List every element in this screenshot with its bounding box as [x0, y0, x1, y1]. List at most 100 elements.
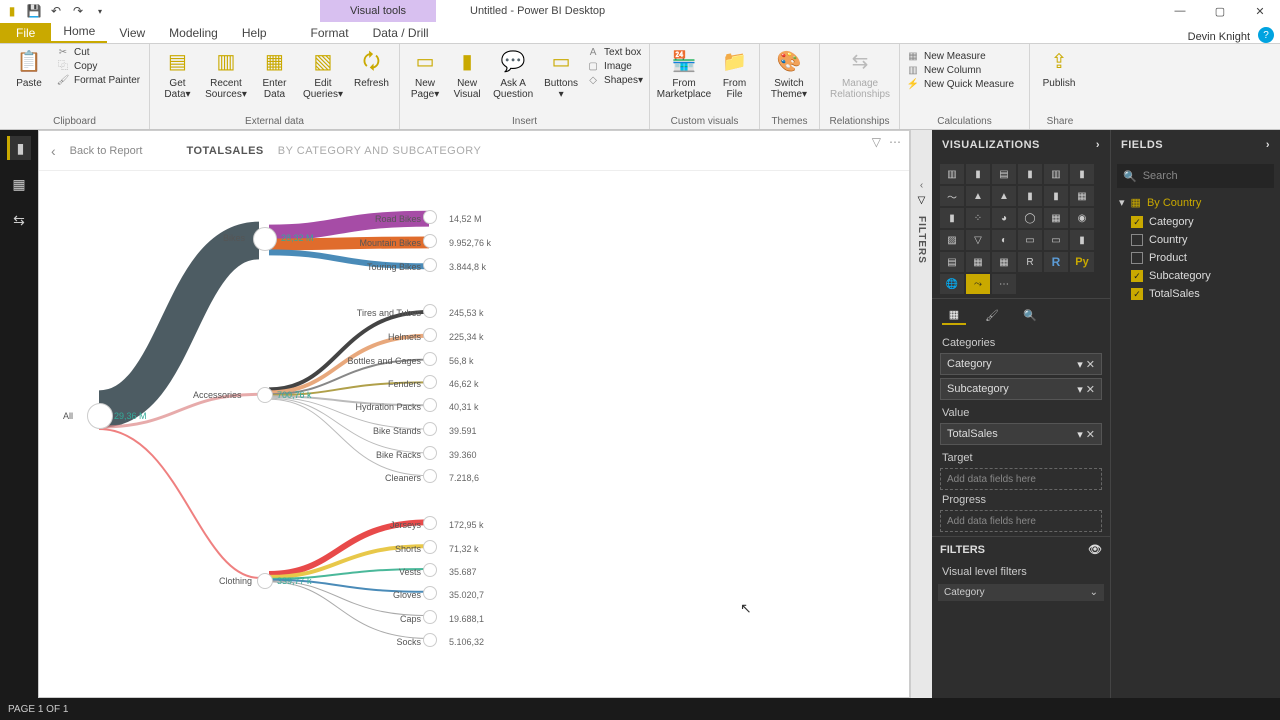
format-well-tab[interactable]: 🖌	[980, 305, 1004, 325]
collapse-fields-icon[interactable]: ›	[1266, 139, 1270, 151]
node-leaf[interactable]	[423, 422, 437, 436]
node-clothing[interactable]	[257, 573, 273, 589]
viz-area[interactable]: ▲	[966, 186, 990, 206]
progress-drop-zone[interactable]: Add data fields here	[940, 510, 1102, 532]
viz-treemap[interactable]: ▦	[1044, 208, 1068, 228]
filter-icon[interactable]: ▽	[872, 135, 881, 149]
shapes-button[interactable]: ◇Shapes▾	[586, 74, 643, 88]
viz-table[interactable]: ▦	[966, 252, 990, 272]
node-leaf[interactable]	[423, 352, 437, 366]
image-button[interactable]: ▢Image	[586, 60, 643, 74]
redo-icon[interactable]: ↷	[70, 3, 86, 19]
remove-subcategory-icon[interactable]: ✕	[1086, 384, 1095, 396]
viz-scatter[interactable]: ⁘	[966, 208, 990, 228]
cut-button[interactable]: ✂Cut	[56, 46, 140, 60]
node-leaf[interactable]	[423, 633, 437, 647]
viz-100-bar[interactable]: ▥	[1044, 164, 1068, 184]
remove-category-icon[interactable]: ✕	[1086, 359, 1095, 371]
minimize-button[interactable]: —	[1160, 0, 1200, 22]
field-row-subcategory[interactable]: ✓Subcategory	[1111, 267, 1280, 285]
new-measure-button[interactable]: ▦New Measure	[906, 50, 1014, 64]
refresh-button[interactable]: 🗘Refresh	[350, 46, 393, 91]
table-by-country[interactable]: ▾▦By Country	[1111, 192, 1280, 213]
viz-line-column[interactable]: ▮	[1018, 186, 1042, 206]
switch-theme-button[interactable]: 🎨Switch Theme▾	[766, 46, 812, 102]
fields-search-input[interactable]: 🔍Search	[1117, 164, 1274, 188]
new-column-button[interactable]: ▥New Column	[906, 64, 1014, 78]
tab-home[interactable]: Home	[51, 21, 107, 43]
viz-clustered-bar[interactable]: ▤	[992, 164, 1016, 184]
analytics-well-tab[interactable]: 🔍	[1018, 305, 1042, 325]
viz-waterfall[interactable]: ▮	[940, 208, 964, 228]
edit-queries-button[interactable]: ▧Edit Queries▾	[300, 46, 346, 102]
back-chevron-icon[interactable]: ‹	[51, 143, 56, 159]
new-page-button[interactable]: ▭New Page▾	[406, 46, 444, 102]
tab-modeling[interactable]: Modeling	[157, 23, 230, 43]
from-file-button[interactable]: 📁From File	[716, 46, 753, 102]
viz-stacked-area[interactable]: ▲	[992, 186, 1016, 206]
viz-card[interactable]: ▭	[1018, 230, 1042, 250]
node-accessories[interactable]	[257, 387, 273, 403]
field-row-totalsales[interactable]: ✓TotalSales	[1111, 285, 1280, 303]
model-view-icon[interactable]: ⇆	[7, 208, 31, 232]
undo-icon[interactable]: ↶	[48, 3, 64, 19]
chevron-down-icon[interactable]: ⌄	[1090, 587, 1098, 598]
node-leaf[interactable]	[423, 375, 437, 389]
checkbox-icon[interactable]	[1131, 252, 1143, 264]
tab-view[interactable]: View	[107, 23, 157, 43]
back-to-report-link[interactable]: Back to Report	[70, 145, 143, 157]
filter-category[interactable]: Category⌄	[938, 584, 1104, 601]
viz-100-column[interactable]: ▮	[1070, 164, 1094, 184]
checkbox-icon[interactable]: ✓	[1131, 216, 1143, 228]
category-field-pill[interactable]: Category▾ ✕	[940, 353, 1102, 375]
help-icon[interactable]: ?	[1258, 27, 1274, 43]
viz-map[interactable]: ◉	[1070, 208, 1094, 228]
new-quick-measure-button[interactable]: ⚡New Quick Measure	[906, 78, 1014, 92]
copy-button[interactable]: ⿻Copy	[56, 60, 140, 74]
node-leaf[interactable]	[423, 610, 437, 624]
viz-stacked-bar[interactable]: ▥	[940, 164, 964, 184]
paste-button[interactable]: 📋Paste	[6, 46, 52, 91]
more-options-icon[interactable]: ⋯	[889, 135, 901, 149]
target-drop-zone[interactable]: Add data fields here	[940, 468, 1102, 490]
viz-slicer[interactable]: ▤	[940, 252, 964, 272]
node-leaf[interactable]	[423, 446, 437, 460]
save-icon[interactable]: 💾	[26, 3, 42, 19]
publish-button[interactable]: ⇪Publish	[1036, 46, 1082, 91]
node-leaf[interactable]	[423, 586, 437, 600]
viz-sankey-selected[interactable]: ⤳	[966, 274, 990, 294]
tab-data-drill[interactable]: Data / Drill	[361, 23, 441, 43]
node-leaf[interactable]	[423, 210, 437, 224]
node-leaf[interactable]	[423, 516, 437, 530]
viz-ribbon[interactable]: ▦	[1070, 186, 1094, 206]
node-leaf[interactable]	[423, 328, 437, 342]
viz-kpi[interactable]: ▮	[1070, 230, 1094, 250]
viz-python[interactable]: Py	[1070, 252, 1094, 272]
filters-collapsed-tab[interactable]: ‹ ▽ FILTERS	[910, 130, 932, 698]
format-painter-button[interactable]: 🖌Format Painter	[56, 74, 140, 88]
node-leaf[interactable]	[423, 234, 437, 248]
report-canvas[interactable]: ‹ Back to Report TOTALSALES BY CATEGORY …	[38, 130, 910, 698]
viz-more[interactable]: ⋯	[992, 274, 1016, 294]
viz-multi-card[interactable]: ▭	[1044, 230, 1068, 250]
checkbox-icon[interactable]: ✓	[1131, 288, 1143, 300]
node-leaf[interactable]	[423, 304, 437, 318]
sankey-chart[interactable]: All 29,36 M Bikes 28,32 M Accessories 70…	[39, 171, 909, 697]
viz-line-column2[interactable]: ▮	[1044, 186, 1068, 206]
tab-format[interactable]: Format	[299, 23, 361, 43]
buttons-button[interactable]: ▭Buttons ▾	[540, 46, 582, 102]
node-leaf[interactable]	[423, 563, 437, 577]
checkbox-icon[interactable]	[1131, 234, 1143, 246]
remove-value-icon[interactable]: ✕	[1086, 429, 1095, 441]
data-view-icon[interactable]: ▦	[7, 172, 31, 196]
viz-filled-map[interactable]: ▨	[940, 230, 964, 250]
node-leaf[interactable]	[423, 540, 437, 554]
field-row-country[interactable]: Country	[1111, 231, 1280, 249]
totalsales-field-pill[interactable]: TotalSales▾ ✕	[940, 423, 1102, 445]
from-marketplace-button[interactable]: 🏪From Marketplace	[656, 46, 712, 102]
node-bikes[interactable]	[253, 227, 277, 251]
expand-filters-icon[interactable]: ‹	[920, 180, 923, 191]
enter-data-button[interactable]: ▦Enter Data	[253, 46, 296, 102]
new-visual-button[interactable]: ▮New Visual	[448, 46, 486, 102]
viz-gauge[interactable]: ◐	[992, 230, 1016, 250]
